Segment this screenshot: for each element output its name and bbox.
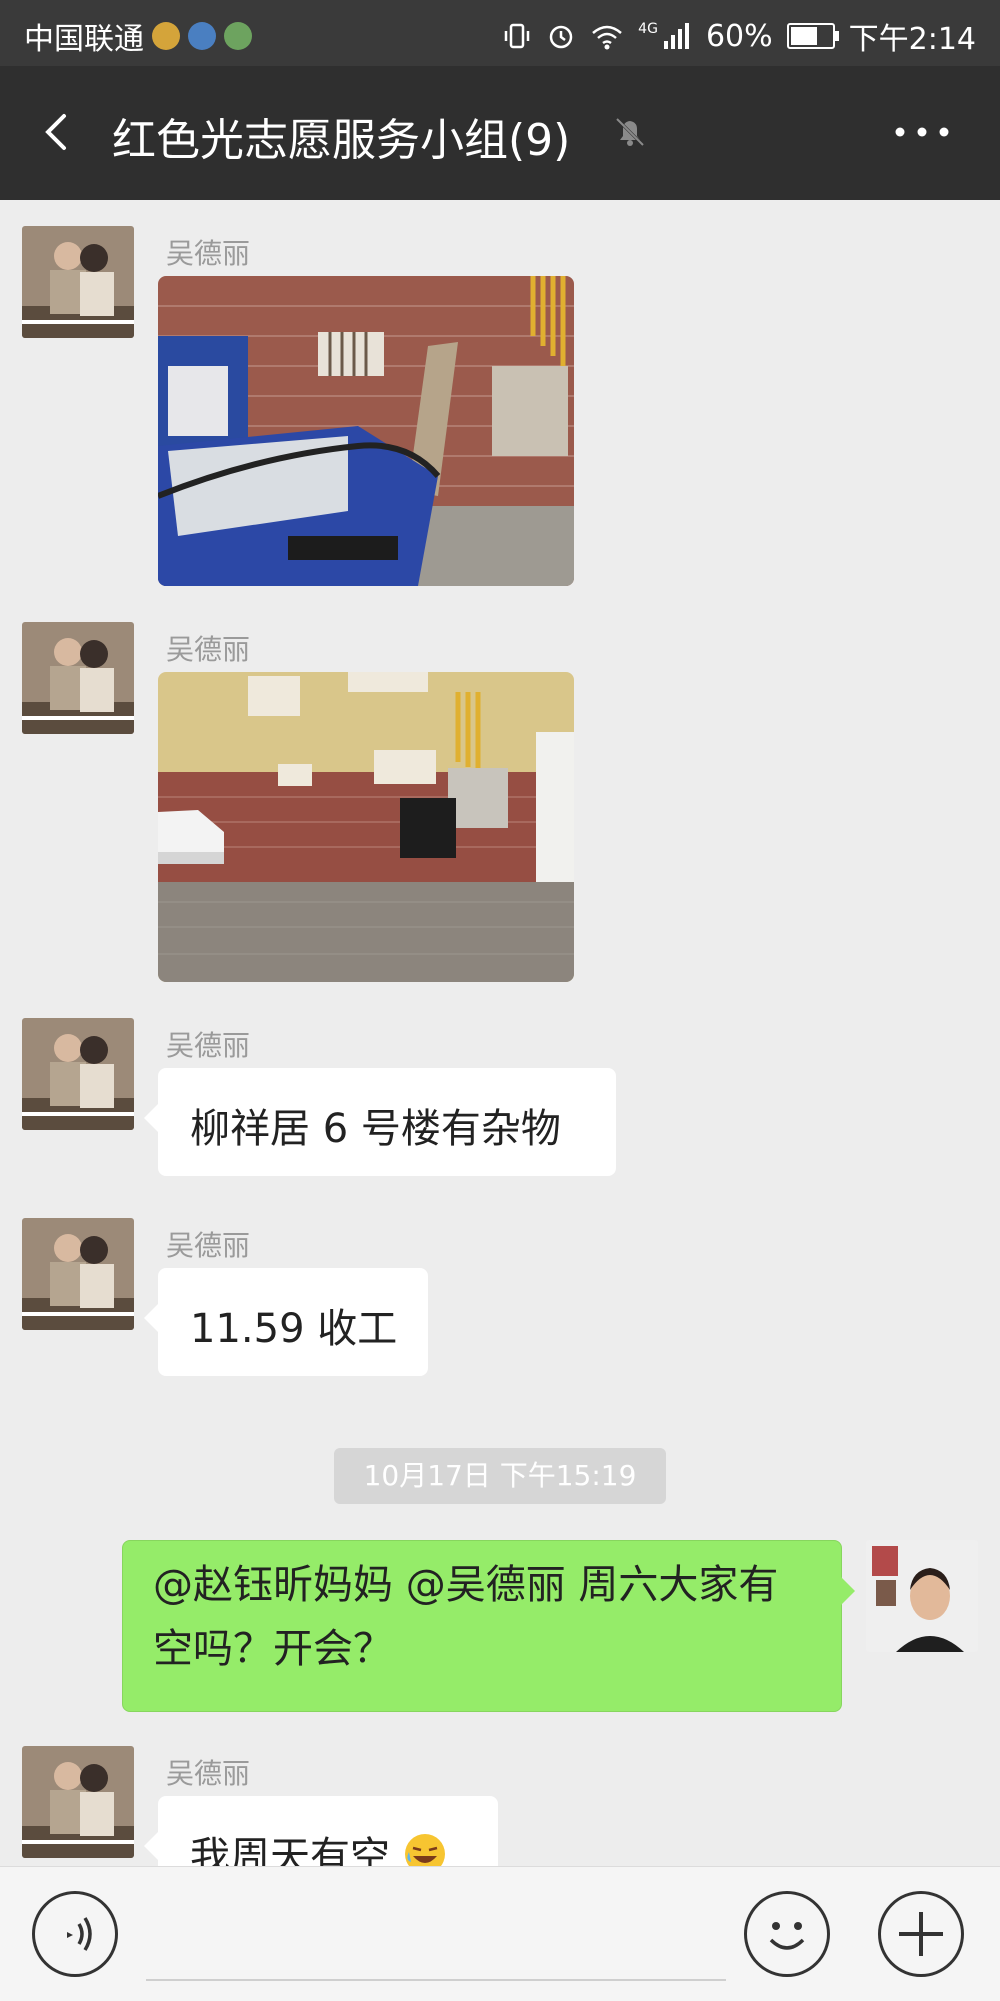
more-options-icon[interactable] — [892, 120, 952, 144]
voice-toggle-button[interactable] — [32, 1891, 118, 1977]
status-bar: 中国联通 4G 60% 下午2:14 — [0, 0, 1000, 66]
text-message[interactable]: 11.59 收工 — [144, 1268, 428, 1376]
avatar[interactable] — [22, 1746, 134, 1858]
more-functions-button[interactable] — [878, 1891, 964, 1977]
laughing-emoji-icon — [404, 1834, 445, 1866]
notification-icon — [152, 22, 180, 50]
clock: 下午2:14 — [848, 22, 976, 57]
avatar[interactable] — [22, 622, 134, 734]
back-arrow-icon[interactable] — [36, 110, 80, 154]
message-input[interactable] — [146, 1979, 726, 1981]
carrier-label: 中国联通 — [24, 22, 144, 57]
mute-bell-icon — [615, 117, 645, 147]
sender-name: 吴德丽 — [166, 1029, 251, 1062]
alarm-icon — [549, 25, 573, 49]
notification-icon — [188, 22, 216, 50]
battery-icon — [786, 23, 839, 49]
chat-message-list[interactable]: 吴德丽 吴德丽 吴德丽 柳祥居 6 号楼有杂物 吴德丽 11.59 收工 10月… — [0, 200, 1000, 1866]
image-message[interactable] — [158, 672, 574, 982]
text-message[interactable]: 我周天有空 — [144, 1796, 498, 1866]
text-message[interactable]: 柳祥居 6 号楼有杂物 — [144, 1068, 616, 1176]
sender-name: 吴德丽 — [166, 237, 251, 270]
wifi-icon — [592, 25, 622, 50]
my-avatar[interactable] — [866, 1540, 978, 1652]
avatar[interactable] — [22, 1218, 134, 1330]
sender-name: 吴德丽 — [166, 1757, 251, 1790]
message-timestamp: 10月17日 下午15:19 — [334, 1448, 666, 1504]
emoji-button[interactable] — [744, 1891, 830, 1977]
text-message-outgoing[interactable]: @赵钰昕妈妈 @吴德丽 周六大家有空吗？开会？ — [122, 1540, 855, 1712]
battery-percent: 60% — [705, 18, 773, 54]
voice-icon — [67, 1917, 92, 1951]
network-type: 4G — [638, 21, 658, 37]
input-bar — [0, 1866, 1000, 2001]
image-message[interactable] — [158, 276, 574, 586]
message-text: 我周天有空 — [190, 1834, 390, 1866]
chat-header: 红色光志愿服务小组(9) — [0, 66, 1000, 200]
smile-icon — [769, 1922, 805, 1950]
notification-icon — [224, 22, 252, 50]
page-title: 红色光志愿服务小组(9) — [112, 115, 571, 166]
avatar[interactable] — [22, 1018, 134, 1130]
plus-icon — [899, 1912, 943, 1956]
sender-name: 吴德丽 — [166, 1229, 251, 1262]
avatar[interactable] — [22, 226, 134, 338]
vibrate-icon — [504, 23, 530, 49]
sender-name: 吴德丽 — [166, 633, 251, 666]
signal-icon — [663, 23, 689, 49]
